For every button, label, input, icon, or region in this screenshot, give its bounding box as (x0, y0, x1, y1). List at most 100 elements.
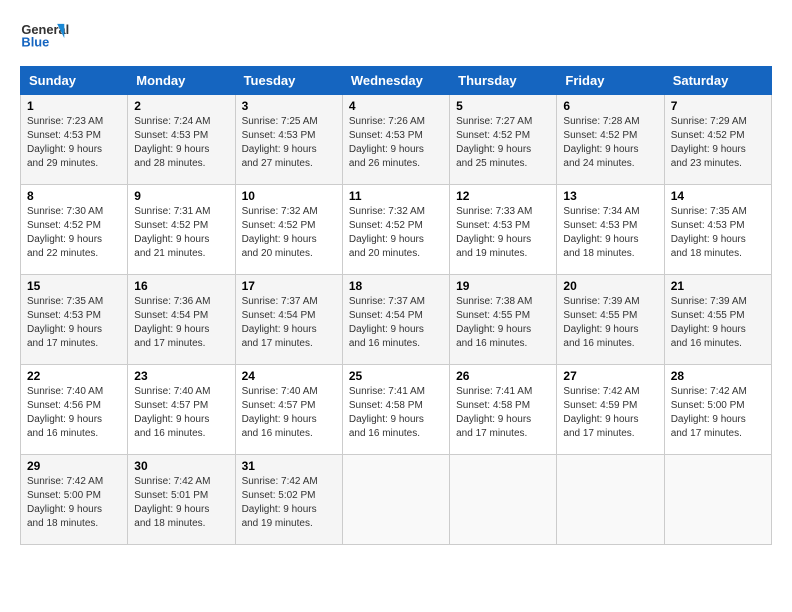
week-row-5: 29 Sunrise: 7:42 AMSunset: 5:00 PMDayligh… (21, 455, 772, 545)
day-cell: 20 Sunrise: 7:39 AMSunset: 4:55 PMDayligh… (557, 275, 664, 365)
week-row-1: 1 Sunrise: 7:23 AMSunset: 4:53 PMDaylight… (21, 95, 772, 185)
col-header-sunday: Sunday (21, 67, 128, 95)
day-info: Sunrise: 7:23 AMSunset: 4:53 PMDaylight:… (27, 115, 121, 171)
day-info: Sunrise: 7:24 AMSunset: 4:53 PMDaylight:… (134, 115, 228, 171)
day-number: 22 (27, 369, 121, 383)
day-number: 25 (349, 369, 443, 383)
day-cell: 16 Sunrise: 7:36 AMSunset: 4:54 PMDayligh… (128, 275, 235, 365)
day-number: 6 (563, 99, 657, 113)
week-row-2: 8Sunrise: 7:30 AMSunset: 4:52 PMDaylight… (21, 185, 772, 275)
logo-svg: General Blue (20, 16, 70, 56)
day-cell: 31 Sunrise: 7:42 AMSunset: 5:02 PMDayligh… (235, 455, 342, 545)
day-info: Sunrise: 7:40 AMSunset: 4:57 PMDaylight:… (134, 385, 228, 441)
day-info: Sunrise: 7:42 AMSunset: 5:01 PMDaylight:… (134, 475, 228, 531)
calendar-header-row: SundayMondayTuesdayWednesdayThursdayFrid… (21, 67, 772, 95)
day-number: 15 (27, 279, 121, 293)
day-number: 29 (27, 459, 121, 473)
day-cell (342, 455, 449, 545)
col-header-monday: Monday (128, 67, 235, 95)
day-info: Sunrise: 7:26 AMSunset: 4:53 PMDaylight:… (349, 115, 443, 171)
day-number: 3 (242, 99, 336, 113)
col-header-wednesday: Wednesday (342, 67, 449, 95)
day-number: 17 (242, 279, 336, 293)
day-number: 10 (242, 189, 336, 203)
day-number: 16 (134, 279, 228, 293)
day-cell: 8Sunrise: 7:30 AMSunset: 4:52 PMDaylight… (21, 185, 128, 275)
day-cell: 3 Sunrise: 7:25 AMSunset: 4:53 PMDaylight… (235, 95, 342, 185)
day-cell (450, 455, 557, 545)
day-number: 4 (349, 99, 443, 113)
day-info: Sunrise: 7:31 AMSunset: 4:52 PMDaylight:… (134, 205, 228, 261)
day-number: 27 (563, 369, 657, 383)
day-info: Sunrise: 7:35 AMSunset: 4:53 PMDaylight:… (27, 295, 121, 351)
day-info: Sunrise: 7:42 AMSunset: 5:00 PMDaylight:… (671, 385, 765, 441)
day-number: 19 (456, 279, 550, 293)
day-info: Sunrise: 7:28 AMSunset: 4:52 PMDaylight:… (563, 115, 657, 171)
day-number: 14 (671, 189, 765, 203)
day-number: 21 (671, 279, 765, 293)
day-info: Sunrise: 7:37 AMSunset: 4:54 PMDaylight:… (242, 295, 336, 351)
day-cell: 29 Sunrise: 7:42 AMSunset: 5:00 PMDayligh… (21, 455, 128, 545)
day-cell: 18 Sunrise: 7:37 AMSunset: 4:54 PMDayligh… (342, 275, 449, 365)
col-header-thursday: Thursday (450, 67, 557, 95)
day-cell (664, 455, 771, 545)
day-info: Sunrise: 7:32 AMSunset: 4:52 PMDaylight:… (242, 205, 336, 261)
day-info: Sunrise: 7:42 AMSunset: 4:59 PMDaylight:… (563, 385, 657, 441)
day-cell: 1 Sunrise: 7:23 AMSunset: 4:53 PMDaylight… (21, 95, 128, 185)
day-info: Sunrise: 7:40 AMSunset: 4:56 PMDaylight:… (27, 385, 121, 441)
day-number: 28 (671, 369, 765, 383)
day-info: Sunrise: 7:40 AMSunset: 4:57 PMDaylight:… (242, 385, 336, 441)
day-cell: 5Sunrise: 7:27 AMSunset: 4:52 PMDaylight… (450, 95, 557, 185)
day-info: Sunrise: 7:25 AMSunset: 4:53 PMDaylight:… (242, 115, 336, 171)
day-cell (557, 455, 664, 545)
day-number: 26 (456, 369, 550, 383)
day-info: Sunrise: 7:38 AMSunset: 4:55 PMDaylight:… (456, 295, 550, 351)
day-cell: 30 Sunrise: 7:42 AMSunset: 5:01 PMDayligh… (128, 455, 235, 545)
col-header-tuesday: Tuesday (235, 67, 342, 95)
day-info: Sunrise: 7:42 AMSunset: 5:00 PMDaylight:… (27, 475, 121, 531)
calendar: SundayMondayTuesdayWednesdayThursdayFrid… (20, 66, 772, 545)
day-number: 11 (349, 189, 443, 203)
day-cell: 17 Sunrise: 7:37 AMSunset: 4:54 PMDayligh… (235, 275, 342, 365)
day-number: 30 (134, 459, 228, 473)
day-cell: 19 Sunrise: 7:38 AMSunset: 4:55 PMDayligh… (450, 275, 557, 365)
day-cell: 9 Sunrise: 7:31 AMSunset: 4:52 PMDaylight… (128, 185, 235, 275)
day-number: 9 (134, 189, 228, 203)
logo: General Blue (20, 16, 70, 56)
day-cell: 15 Sunrise: 7:35 AMSunset: 4:53 PMDayligh… (21, 275, 128, 365)
day-cell: 21Sunrise: 7:39 AMSunset: 4:55 PMDayligh… (664, 275, 771, 365)
day-info: Sunrise: 7:37 AMSunset: 4:54 PMDaylight:… (349, 295, 443, 351)
day-cell: 10 Sunrise: 7:32 AMSunset: 4:52 PMDayligh… (235, 185, 342, 275)
week-row-3: 15 Sunrise: 7:35 AMSunset: 4:53 PMDayligh… (21, 275, 772, 365)
day-info: Sunrise: 7:30 AMSunset: 4:52 PMDaylight:… (27, 205, 121, 261)
day-cell: 4 Sunrise: 7:26 AMSunset: 4:53 PMDaylight… (342, 95, 449, 185)
day-cell: 12Sunrise: 7:33 AMSunset: 4:53 PMDayligh… (450, 185, 557, 275)
day-number: 18 (349, 279, 443, 293)
day-info: Sunrise: 7:35 AMSunset: 4:53 PMDaylight:… (671, 205, 765, 261)
day-cell: 28 Sunrise: 7:42 AMSunset: 5:00 PMDayligh… (664, 365, 771, 455)
day-number: 24 (242, 369, 336, 383)
day-cell: 14 Sunrise: 7:35 AMSunset: 4:53 PMDayligh… (664, 185, 771, 275)
day-cell: 22 Sunrise: 7:40 AMSunset: 4:56 PMDayligh… (21, 365, 128, 455)
header: General Blue (20, 16, 772, 56)
day-cell: 2Sunrise: 7:24 AMSunset: 4:53 PMDaylight… (128, 95, 235, 185)
day-info: Sunrise: 7:41 AMSunset: 4:58 PMDaylight:… (349, 385, 443, 441)
day-number: 5 (456, 99, 550, 113)
day-cell: 7Sunrise: 7:29 AMSunset: 4:52 PMDaylight… (664, 95, 771, 185)
day-number: 31 (242, 459, 336, 473)
day-number: 23 (134, 369, 228, 383)
col-header-saturday: Saturday (664, 67, 771, 95)
day-cell: 6 Sunrise: 7:28 AMSunset: 4:52 PMDaylight… (557, 95, 664, 185)
day-number: 12 (456, 189, 550, 203)
day-number: 20 (563, 279, 657, 293)
svg-text:Blue: Blue (21, 35, 49, 50)
day-info: Sunrise: 7:39 AMSunset: 4:55 PMDaylight:… (563, 295, 657, 351)
day-info: Sunrise: 7:36 AMSunset: 4:54 PMDaylight:… (134, 295, 228, 351)
day-cell: 25 Sunrise: 7:41 AMSunset: 4:58 PMDayligh… (342, 365, 449, 455)
day-info: Sunrise: 7:32 AMSunset: 4:52 PMDaylight:… (349, 205, 443, 261)
day-cell: 27 Sunrise: 7:42 AMSunset: 4:59 PMDayligh… (557, 365, 664, 455)
day-cell: 24 Sunrise: 7:40 AMSunset: 4:57 PMDayligh… (235, 365, 342, 455)
day-number: 1 (27, 99, 121, 113)
day-info: Sunrise: 7:34 AMSunset: 4:53 PMDaylight:… (563, 205, 657, 261)
day-info: Sunrise: 7:42 AMSunset: 5:02 PMDaylight:… (242, 475, 336, 531)
